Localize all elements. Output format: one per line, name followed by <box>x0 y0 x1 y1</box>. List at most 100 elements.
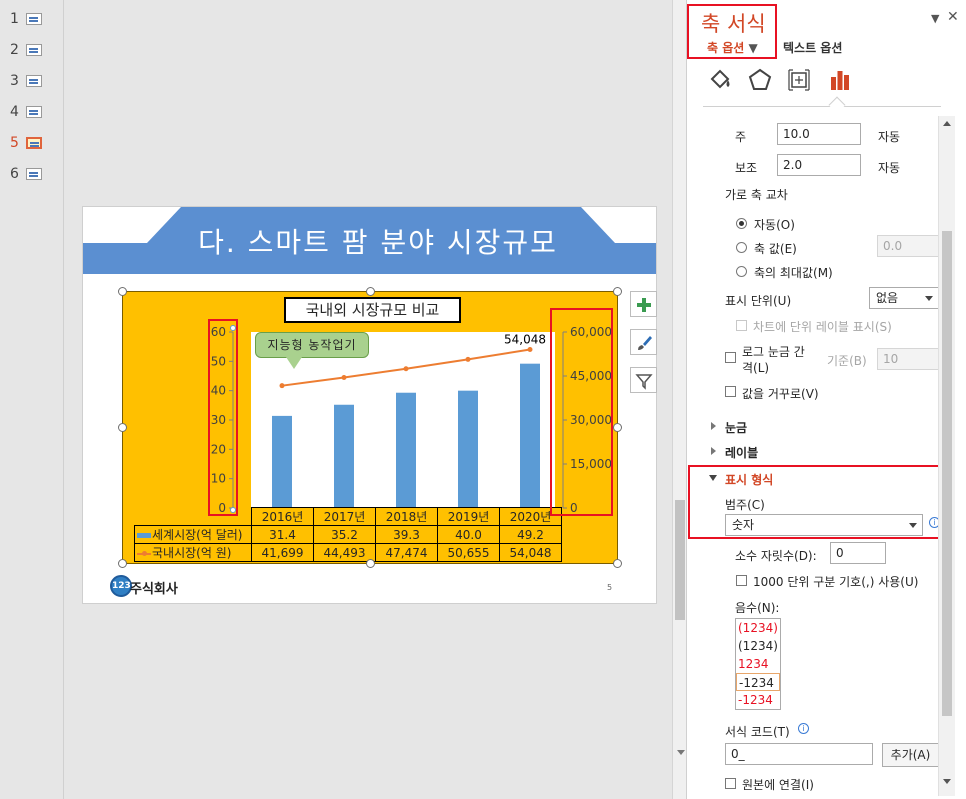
slide-thumbnail-3[interactable]: 3 <box>10 73 60 93</box>
callout-label[interactable]: 지능형 농작업기 <box>255 332 369 358</box>
add-format-button[interactable]: 추가(A) <box>882 743 939 767</box>
chart-data-table: 2016년 2017년 2018년 2019년 2020년 세계시장(억 달러)… <box>134 507 562 562</box>
chart-filters-button[interactable] <box>630 367 657 393</box>
table-row: 세계시장(억 달러) 31.4 35.2 39.3 40.0 49.2 <box>134 525 562 544</box>
reverse-values-checkbox[interactable] <box>725 386 736 397</box>
negative-numbers-label: 음수(N): <box>735 601 780 615</box>
display-units-select[interactable]: 없음 <box>869 287 939 309</box>
section-labels[interactable]: 레이블 <box>725 444 758 461</box>
scroll-down-arrow[interactable] <box>677 750 685 755</box>
table-row-header: 세계시장(억 달러) <box>134 525 252 544</box>
slide-number: 5 <box>10 135 19 151</box>
slide-title[interactable]: 다. 스마트 팜 분야 시장규모 <box>143 221 613 261</box>
resize-handle[interactable] <box>118 423 127 432</box>
legend-line-key <box>137 550 151 556</box>
minor-unit-input[interactable]: 2.0 <box>777 154 861 176</box>
cross-value-input[interactable]: 0.0 <box>877 235 939 257</box>
fill-bucket-icon[interactable] <box>707 67 733 93</box>
scroll-down-arrow[interactable] <box>943 779 951 784</box>
slide-thumbnail-5[interactable]: 5 <box>10 135 60 155</box>
slide-preview-icon <box>26 106 42 118</box>
bar <box>520 363 540 508</box>
slide-thumbnail-2[interactable]: 2 <box>10 42 60 62</box>
slide-thumbnail-1[interactable]: 1 <box>10 11 60 31</box>
pentagon-icon[interactable] <box>747 67 773 93</box>
chart-elements-button[interactable] <box>630 291 657 317</box>
table-header-cell: 2017년 <box>313 507 376 526</box>
slide-thumbnail-6[interactable]: 6 <box>10 166 60 186</box>
table-header-cell: 2019년 <box>437 507 500 526</box>
slide-preview-icon <box>26 75 42 87</box>
chart-area[interactable]: 0 10 20 30 40 50 60 0 15,000 30,000 45,000 60,000 54… <box>122 291 618 564</box>
decimal-places-input[interactable]: 0 <box>830 542 886 564</box>
resize-handle[interactable] <box>613 559 622 568</box>
line-point <box>465 356 471 362</box>
expand-arrow-icon[interactable] <box>711 447 716 455</box>
tab-text-options[interactable]: 텍스트 옵션 <box>783 39 842 56</box>
scroll-up-arrow[interactable] <box>943 121 951 126</box>
pane-options-chevron-icon[interactable]: ▼ <box>931 12 939 25</box>
link-to-source-checkbox[interactable] <box>725 778 736 789</box>
resize-handle[interactable] <box>118 287 127 296</box>
slide-thumbnail-4[interactable]: 4 <box>10 104 60 124</box>
major-unit-input[interactable]: 10.0 <box>777 123 861 145</box>
negative-format-option[interactable]: 1234 <box>736 655 780 673</box>
slide-number: 6 <box>10 166 19 182</box>
slide[interactable]: 다. 스마트 팜 분야 시장규모 0 10 20 30 40 50 60 0 15,000 30,… <box>82 206 657 604</box>
scrollbar-thumb[interactable] <box>675 500 685 620</box>
cross-max-label[interactable]: 축의 최대값(M) <box>754 264 833 281</box>
negative-format-option[interactable]: (1234) <box>736 619 780 637</box>
line-point <box>341 374 347 380</box>
line-point <box>403 366 409 372</box>
negative-format-option[interactable]: -1234 <box>736 691 780 709</box>
negative-format-option[interactable]: (1234) <box>736 637 780 655</box>
highlight-pane-title <box>687 4 777 59</box>
format-axis-pane: 축 서식 ▼ ✕ 축 옵션 ▼ 텍스트 옵션 주 10.0 자동 보조 2.0 … <box>686 0 966 799</box>
chart-styles-button[interactable] <box>630 329 657 355</box>
negative-format-option[interactable]: -1234 <box>736 673 780 691</box>
bar-chart-icon[interactable] <box>827 67 853 93</box>
highlight-number-format <box>688 465 941 539</box>
table-cell: 31.4 <box>251 525 314 544</box>
icon-row-divider <box>703 106 941 107</box>
show-units-checkbox[interactable] <box>736 320 747 331</box>
minor-auto-button[interactable]: 자동 <box>878 159 900 176</box>
line-point <box>279 383 285 389</box>
cross-value-radio[interactable] <box>736 242 747 253</box>
cross-auto-radio[interactable] <box>736 218 747 229</box>
pane-scrollbar[interactable] <box>938 116 955 796</box>
resize-handle[interactable] <box>366 559 375 568</box>
cross-auto-label[interactable]: 자동(O) <box>754 216 795 233</box>
resize-handle[interactable] <box>613 423 622 432</box>
info-icon[interactable]: i <box>798 723 809 734</box>
resize-handle[interactable] <box>118 559 127 568</box>
slide-page-number: 5 <box>607 583 613 592</box>
slide-preview-icon <box>26 44 42 56</box>
cross-max-radio[interactable] <box>736 266 747 277</box>
log-base-input[interactable]: 10 <box>877 348 939 370</box>
log-scale-checkbox[interactable] <box>725 352 736 363</box>
bar <box>334 404 354 508</box>
minor-unit-label: 보조 <box>735 161 758 175</box>
size-properties-icon[interactable] <box>786 67 812 93</box>
scrollbar-thumb[interactable] <box>942 231 952 716</box>
format-code-input[interactable]: 0_ <box>725 743 873 765</box>
resize-handle[interactable] <box>613 287 622 296</box>
bar <box>396 392 416 508</box>
chart-title[interactable]: 국내외 시장규모 비교 <box>284 297 461 323</box>
expand-arrow-icon[interactable] <box>711 422 716 430</box>
cross-value-label[interactable]: 축 값(E) <box>754 240 797 257</box>
selected-tab-caret <box>828 96 846 114</box>
thousands-separator-checkbox[interactable] <box>736 575 747 586</box>
slide-thumbnail-pane: 1 2 3 4 5 6 <box>0 0 64 799</box>
close-icon[interactable]: ✕ <box>947 9 959 25</box>
canvas-scrollbar[interactable] <box>672 0 687 799</box>
resize-handle[interactable] <box>366 287 375 296</box>
section-tick-marks[interactable]: 눈금 <box>725 419 747 436</box>
major-auto-button[interactable]: 자동 <box>878 128 900 145</box>
table-cell: 40.0 <box>437 525 500 544</box>
highlight-right-axis <box>550 308 613 516</box>
negative-numbers-list[interactable]: (1234) (1234) 1234 -1234 -1234 <box>735 618 781 710</box>
slide-number: 4 <box>10 104 19 120</box>
slide-canvas: 다. 스마트 팜 분야 시장규모 0 10 20 30 40 50 60 0 15,000 30,… <box>65 0 687 799</box>
